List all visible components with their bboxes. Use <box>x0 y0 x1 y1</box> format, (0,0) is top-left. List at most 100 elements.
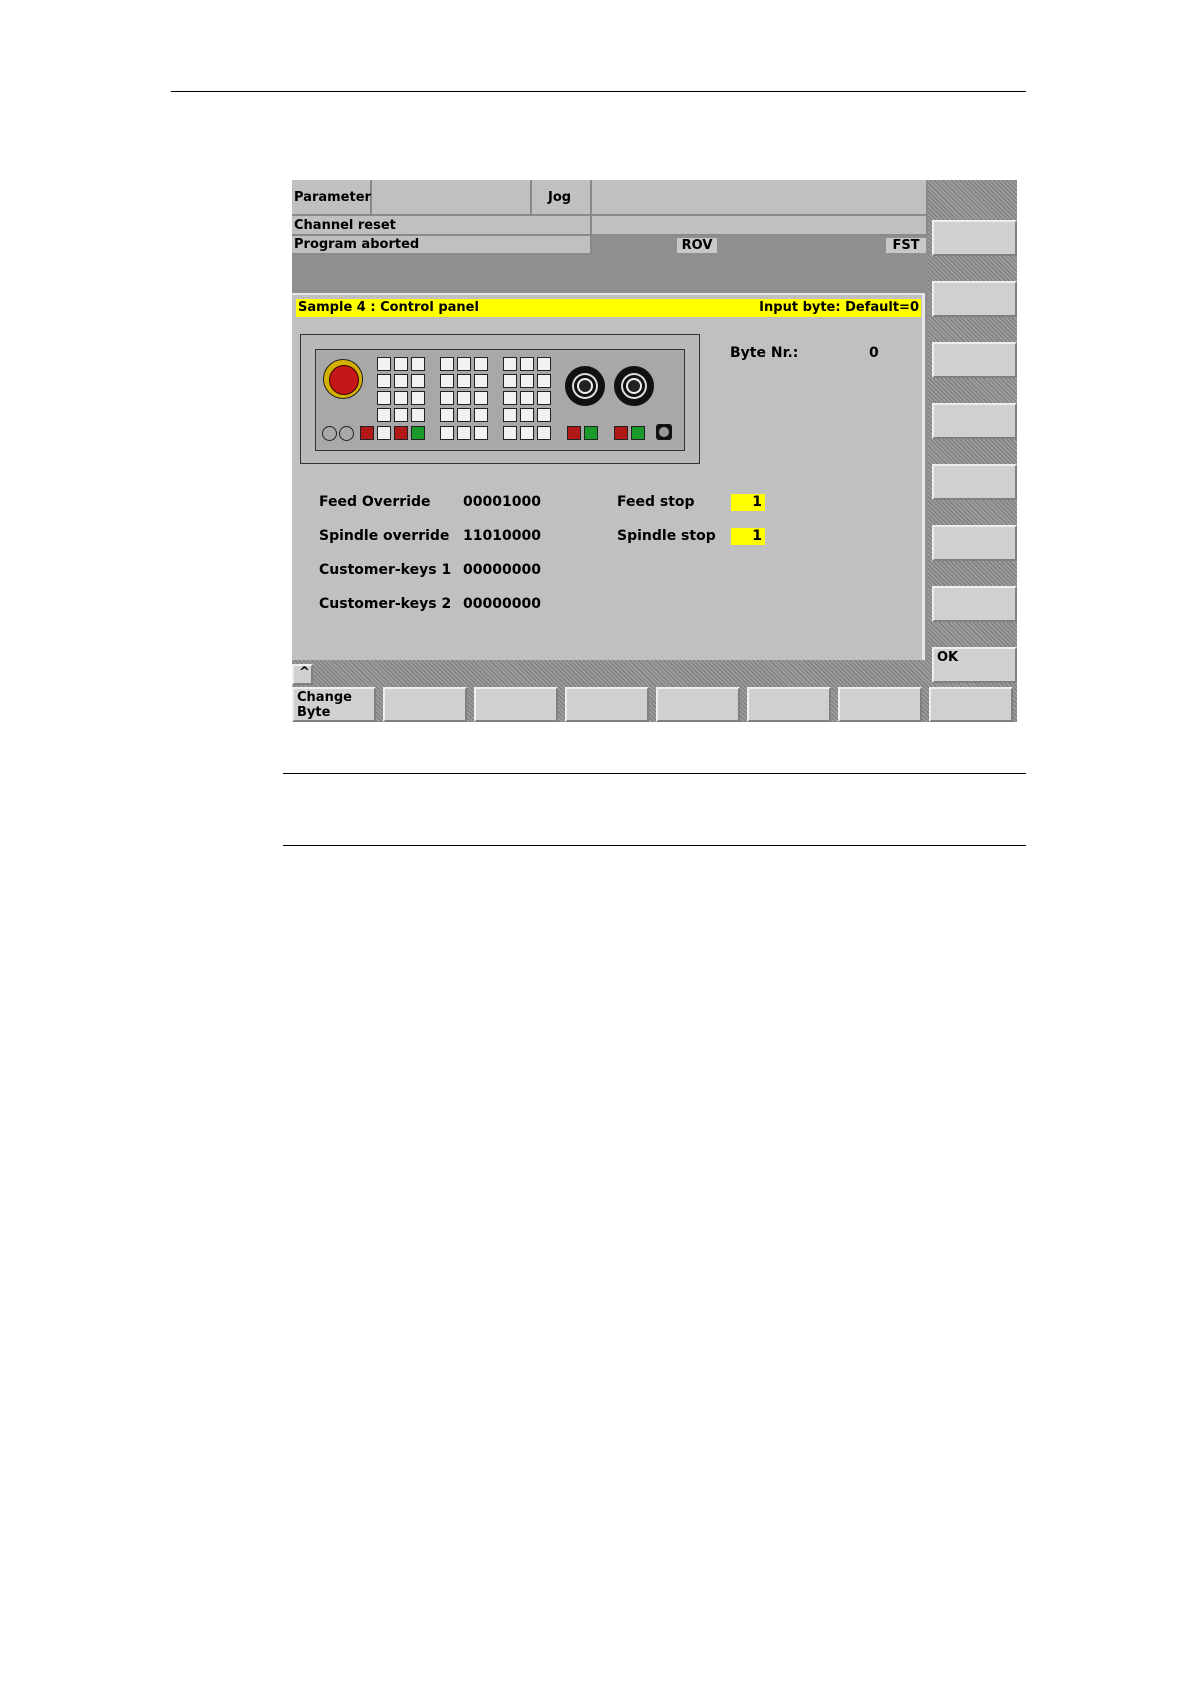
panel-key <box>411 391 425 405</box>
change-byte-line-1: Change <box>297 690 352 705</box>
vertical-softkey-7[interactable] <box>932 586 1017 622</box>
panel-key <box>520 357 534 371</box>
panel-key <box>377 408 391 422</box>
green-key <box>584 426 598 440</box>
feed-stop-label: Feed stop <box>617 494 695 510</box>
vertical-softkey-2[interactable] <box>932 281 1017 317</box>
panel-key <box>457 426 471 440</box>
byte-number-value: 0 <box>869 345 879 361</box>
top-rule <box>171 91 1026 92</box>
panel-key <box>440 391 454 405</box>
panel-key <box>440 374 454 388</box>
customer-keys-2-value: 00000000 <box>463 596 541 612</box>
panel-key <box>520 391 534 405</box>
panel-key <box>457 374 471 388</box>
control-panel-dialog: Sample 4 : Control panel Input byte: Def… <box>292 293 925 660</box>
recall-key[interactable]: ^ <box>292 664 313 685</box>
horizontal-softkey-4[interactable] <box>565 687 649 722</box>
indicator-lamp-icon <box>322 426 337 441</box>
panel-key <box>503 357 517 371</box>
panel-key <box>457 391 471 405</box>
mode-field: Jog <box>532 180 592 216</box>
panel-key <box>474 426 488 440</box>
vertical-softkey-5[interactable] <box>932 464 1017 500</box>
vertical-softkey-6[interactable] <box>932 525 1017 561</box>
panel-key <box>440 357 454 371</box>
green-key <box>411 426 425 440</box>
customer-keys-2-label: Customer-keys 2 <box>319 596 452 612</box>
spindle-override-knob-icon <box>614 366 654 406</box>
panel-key <box>503 408 517 422</box>
spindle-override-value: 11010000 <box>463 528 541 544</box>
machine-control-panel-image <box>300 334 700 464</box>
customer-keys-1-label: Customer-keys 1 <box>319 562 452 578</box>
panel-key <box>411 408 425 422</box>
spindle-stop-label: Spindle stop <box>617 528 716 544</box>
red-key <box>394 426 408 440</box>
caption-rule-top <box>283 773 1026 774</box>
panel-key <box>457 357 471 371</box>
fst-indicator: FST <box>886 238 926 253</box>
red-key <box>360 426 374 440</box>
feed-stop-value[interactable]: 1 <box>731 494 765 511</box>
horizontal-softkey-5[interactable] <box>656 687 740 722</box>
header-info-field <box>592 180 928 216</box>
panel-key <box>474 391 488 405</box>
dialog-title: Sample 4 : Control panel <box>298 300 479 315</box>
panel-key <box>474 374 488 388</box>
customer-keys-1-value: 00000000 <box>463 562 541 578</box>
horizontal-softkey-8[interactable] <box>929 687 1013 722</box>
channel-status: Channel reset <box>292 216 592 236</box>
panel-key <box>394 357 408 371</box>
green-key <box>631 426 645 440</box>
panel-key <box>440 426 454 440</box>
panel-key <box>537 426 551 440</box>
panel-key <box>411 357 425 371</box>
feed-override-value: 00001000 <box>463 494 541 510</box>
alarm-line <box>592 216 928 236</box>
panel-key <box>377 426 391 440</box>
ok-softkey[interactable]: OK <box>932 647 1017 683</box>
panel-key <box>394 391 408 405</box>
byte-number-label: Byte Nr.: <box>730 345 799 361</box>
vertical-softkey-3[interactable] <box>932 342 1017 378</box>
panel-key <box>503 374 517 388</box>
panel-key <box>394 374 408 388</box>
panel-key <box>503 391 517 405</box>
vertical-softkey-4[interactable] <box>932 403 1017 439</box>
panel-key <box>474 357 488 371</box>
panel-key <box>537 374 551 388</box>
panel-key <box>537 408 551 422</box>
panel-key <box>411 374 425 388</box>
panel-key <box>520 374 534 388</box>
panel-key <box>503 426 517 440</box>
panel-key <box>394 408 408 422</box>
feed-override-label: Feed Override <box>319 494 431 510</box>
spindle-override-label: Spindle override <box>319 528 450 544</box>
change-byte-softkey[interactable]: Change Byte <box>292 687 376 722</box>
horizontal-softkey-3[interactable] <box>474 687 558 722</box>
horizontal-softkey-2[interactable] <box>383 687 467 722</box>
horizontal-softkey-6[interactable] <box>747 687 831 722</box>
hmi-screen: Parameter Jog Channel reset Program abor… <box>292 180 1017 722</box>
panel-key <box>537 357 551 371</box>
spindle-stop-value[interactable]: 1 <box>731 528 765 545</box>
area-field: Parameter <box>292 180 372 216</box>
panel-key <box>520 408 534 422</box>
panel-key <box>377 374 391 388</box>
change-byte-line-2: Byte <box>297 705 331 720</box>
program-status: Program aborted <box>292 236 592 255</box>
panel-key <box>520 426 534 440</box>
emergency-stop-icon <box>323 359 363 399</box>
horizontal-softkey-7[interactable] <box>838 687 922 722</box>
panel-key <box>440 408 454 422</box>
vertical-softkey-bar <box>928 180 1017 722</box>
input-byte-info: Input byte: Default=0 <box>759 300 919 315</box>
red-key <box>567 426 581 440</box>
dialog-title-bar: Sample 4 : Control panel Input byte: Def… <box>296 299 921 317</box>
indicator-lamp-icon <box>339 426 354 441</box>
red-key <box>614 426 628 440</box>
caption-rule-bottom <box>283 845 1026 846</box>
panel-key <box>537 391 551 405</box>
vertical-softkey-1[interactable] <box>932 220 1017 256</box>
